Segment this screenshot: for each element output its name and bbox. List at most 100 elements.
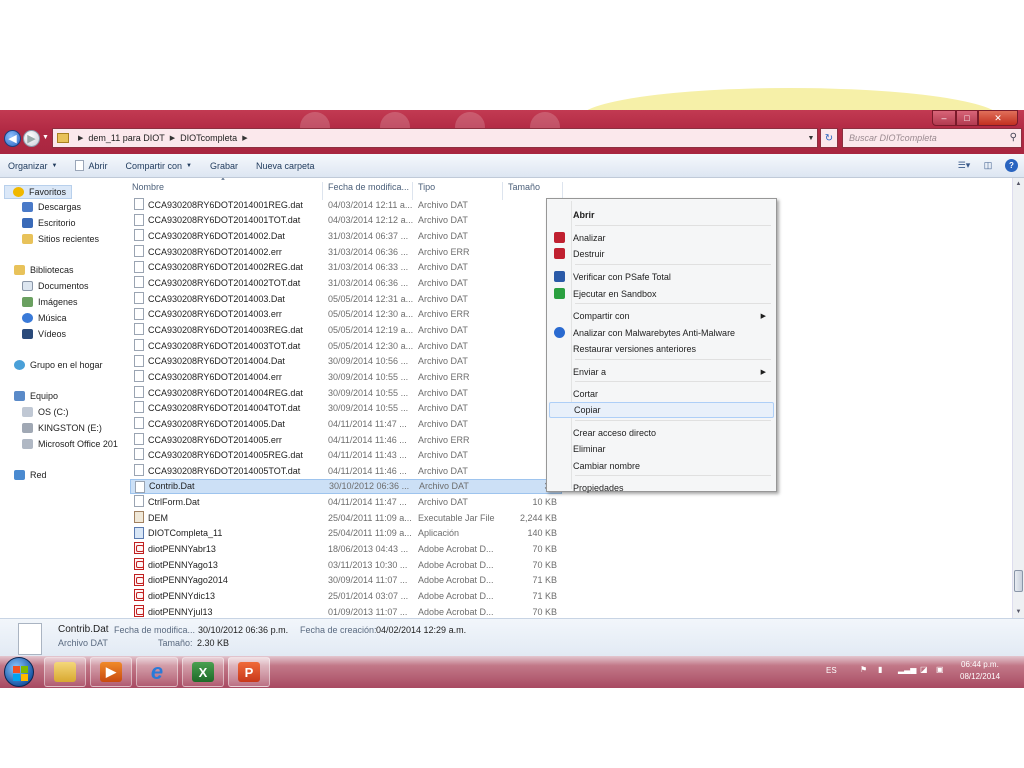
file-row[interactable]: diotPENNYabr13 18/06/2013 04:43 ... Adobe …	[130, 541, 562, 557]
file-row[interactable]: CCA930208RY6DOT2014005.err 04/11/2014 11:…	[130, 432, 562, 448]
close-button[interactable]: ✕	[978, 110, 1018, 126]
context-menu-item[interactable]: Restaurar versiones anteriores	[549, 341, 774, 357]
nav-documents[interactable]: Documentos	[22, 281, 89, 291]
file-row[interactable]: CCA930208RY6DOT2014001REG.dat 04/03/2014 …	[130, 197, 562, 213]
file-row[interactable]: DIOTCompleta_11 25/04/2011 11:09 a... Apli…	[130, 526, 562, 542]
language-indicator[interactable]: ES	[826, 666, 837, 675]
breadcrumb-item[interactable]: dem_11 para DIOT	[88, 133, 164, 143]
nav-homegroup[interactable]: Grupo en el hogar	[14, 360, 103, 370]
context-menu-item[interactable]: Ejecutar en Sandbox	[549, 286, 774, 302]
taskbar-internet-explorer[interactable]: e	[136, 657, 178, 687]
file-row[interactable]: Contrib.Dat 30/10/2012 06:36 ... Archivo D…	[130, 478, 562, 495]
file-row[interactable]: CCA930208RY6DOT2014001TOT.dat 04/03/2014 …	[130, 213, 562, 229]
column-type[interactable]: Tipo	[418, 182, 435, 192]
clock-time[interactable]: 06:44 p.m.	[961, 660, 999, 669]
security-icon[interactable]: ▣	[936, 665, 944, 674]
nav-office[interactable]: Microsoft Office 201	[22, 439, 118, 449]
context-menu-item[interactable]: Cambiar nombre	[549, 458, 774, 474]
nav-favorites[interactable]: Favoritos	[4, 185, 72, 199]
search-icon[interactable]: ⚲	[1010, 132, 1017, 143]
burn-button[interactable]: Grabar	[210, 161, 238, 171]
file-row[interactable]: diotPENNYago2014 30/09/2014 11:07 ... Adob…	[130, 573, 562, 589]
context-menu-item[interactable]: Propiedades	[549, 480, 774, 496]
new-folder-button[interactable]: Nueva carpeta	[256, 161, 315, 171]
organize-button[interactable]: Organizar ▼	[8, 161, 57, 171]
file-row[interactable]: diotPENNYago13 03/11/2013 10:30 ... Adobe …	[130, 557, 562, 573]
share-button[interactable]: Compartir con ▼	[125, 161, 191, 171]
context-menu-item[interactable]: Crear acceso directo	[549, 425, 774, 441]
taskbar-excel[interactable]: X	[182, 657, 224, 687]
change-view-icon[interactable]: ☰▾	[957, 159, 971, 172]
file-row[interactable]: CCA930208RY6DOT2014002TOT.dat 31/03/2014 …	[130, 275, 562, 291]
address-dropdown-icon[interactable]: ▼	[804, 128, 818, 148]
nav-os-drive[interactable]: OS (C:)	[22, 407, 69, 417]
file-row[interactable]: CCA930208RY6DOT2014002.Dat 31/03/2014 06:…	[130, 228, 562, 244]
nav-pictures[interactable]: Imágenes	[22, 297, 78, 307]
file-row[interactable]: diotPENNYdic13 25/01/2014 03:07 ... Adobe …	[130, 588, 562, 604]
file-row[interactable]: CCA930208RY6DOT2014005TOT.dat 04/11/2014 …	[130, 463, 562, 479]
context-menu-item[interactable]: Verificar con PSafe Total	[549, 269, 774, 285]
nav-desktop[interactable]: Escritorio	[22, 218, 76, 228]
column-size[interactable]: Tamaño	[508, 182, 540, 192]
nav-network[interactable]: Red	[14, 470, 47, 480]
nav-downloads[interactable]: Descargas	[22, 202, 81, 212]
nav-music[interactable]: Música	[22, 313, 67, 323]
context-menu-item[interactable]: Copiar	[549, 402, 774, 418]
forward-button[interactable]: ▶	[23, 130, 40, 147]
title-bar[interactable]: – □ ✕ ◀ ▶ ▼ ▶ dem_11 para DIOT ▶ DIOTcom…	[0, 110, 1024, 154]
breadcrumb-chevron-icon[interactable]: ▶	[78, 134, 83, 142]
context-menu-item[interactable]: Abrir	[549, 207, 774, 223]
taskbar-explorer[interactable]	[44, 657, 86, 687]
network-signal-icon[interactable]: ▂▃▅	[898, 665, 916, 674]
search-input[interactable]: Buscar DIOTcompleta ⚲	[842, 128, 1022, 148]
nav-kingston[interactable]: KINGSTON (E:)	[22, 423, 102, 433]
power-icon[interactable]: ▮	[878, 665, 882, 674]
nav-videos[interactable]: Vídeos	[22, 329, 66, 339]
open-button[interactable]: Abrir	[75, 160, 107, 171]
context-menu-item[interactable]: Enviar a ▶	[549, 364, 774, 380]
file-row[interactable]: CCA930208RY6DOT2014005REG.dat 04/11/2014 …	[130, 447, 562, 463]
context-menu-item[interactable]: Destruir	[549, 246, 774, 262]
file-row[interactable]: CCA930208RY6DOT2014005.Dat 04/11/2014 11:…	[130, 416, 562, 432]
breadcrumb-chevron-icon[interactable]: ▶	[170, 134, 175, 142]
file-row[interactable]: CCA930208RY6DOT2014003TOT.dat 05/05/2014 …	[130, 338, 562, 354]
file-row[interactable]: CCA930208RY6DOT2014004.Dat 30/09/2014 10:…	[130, 354, 562, 370]
file-row[interactable]: CCA930208RY6DOT2014004TOT.dat 30/09/2014 …	[130, 400, 562, 416]
nav-computer[interactable]: Equipo	[14, 391, 58, 401]
file-row[interactable]: CCA930208RY6DOT2014003REG.dat 05/05/2014 …	[130, 322, 562, 338]
file-row[interactable]: CCA930208RY6DOT2014002REG.dat 31/03/2014 …	[130, 260, 562, 276]
vertical-scrollbar[interactable]: ▲ ▼	[1012, 178, 1024, 618]
file-row[interactable]: CCA930208RY6DOT2014004REG.dat 30/09/2014 …	[130, 385, 562, 401]
file-row[interactable]: CCA930208RY6DOT2014003.err 05/05/2014 12:…	[130, 307, 562, 323]
file-row[interactable]: CCA930208RY6DOT2014004.err 30/09/2014 10:…	[130, 369, 562, 385]
breadcrumb-item[interactable]: DIOTcompleta	[180, 133, 237, 143]
context-menu-item[interactable]: Analizar con Malwarebytes Anti-Malware	[549, 325, 774, 341]
taskbar-media-player[interactable]: ▶	[90, 657, 132, 687]
file-row[interactable]: DEM 25/04/2011 11:09 a... Executable Jar F…	[130, 510, 562, 526]
column-date[interactable]: Fecha de modifica...	[328, 182, 409, 192]
file-row[interactable]: CCA930208RY6DOT2014003.Dat 05/05/2014 12:…	[130, 291, 562, 307]
address-bar[interactable]: ▶ dem_11 para DIOT ▶ DIOTcompleta ▶	[52, 128, 818, 148]
context-menu-item[interactable]: Analizar	[549, 230, 774, 246]
minimize-button[interactable]: –	[932, 110, 956, 126]
scroll-up-icon[interactable]: ▲	[1013, 178, 1024, 190]
nav-libraries[interactable]: Bibliotecas	[14, 265, 74, 275]
action-center-icon[interactable]: ⚑	[860, 665, 867, 674]
column-name[interactable]: Nombre	[132, 182, 164, 192]
help-icon[interactable]: ?	[1005, 159, 1018, 172]
maximize-button[interactable]: □	[956, 110, 978, 126]
context-menu-item[interactable]: Eliminar	[549, 441, 774, 457]
file-row[interactable]: CtrlForm.Dat 04/11/2014 11:47 ... Archivo …	[130, 494, 562, 510]
context-menu-item[interactable]: Cortar	[549, 386, 774, 402]
nav-recent[interactable]: Sitios recientes	[22, 234, 99, 244]
scroll-down-icon[interactable]: ▼	[1013, 606, 1024, 618]
breadcrumb-chevron-icon[interactable]: ▶	[242, 134, 247, 142]
taskbar-powerpoint[interactable]: P	[228, 657, 270, 687]
refresh-icon[interactable]: ↻	[820, 128, 838, 148]
file-row[interactable]: CCA930208RY6DOT2014002.err 31/03/2014 06:…	[130, 244, 562, 260]
clock-date[interactable]: 08/12/2014	[960, 672, 1000, 681]
scrollbar-thumb[interactable]	[1014, 570, 1023, 592]
file-row[interactable]: diotPENNYjul13 01/09/2013 11:07 ... Adobe …	[130, 604, 562, 618]
preview-pane-icon[interactable]: ◫	[981, 159, 995, 172]
context-menu-item[interactable]: Compartir con ▶	[549, 308, 774, 324]
